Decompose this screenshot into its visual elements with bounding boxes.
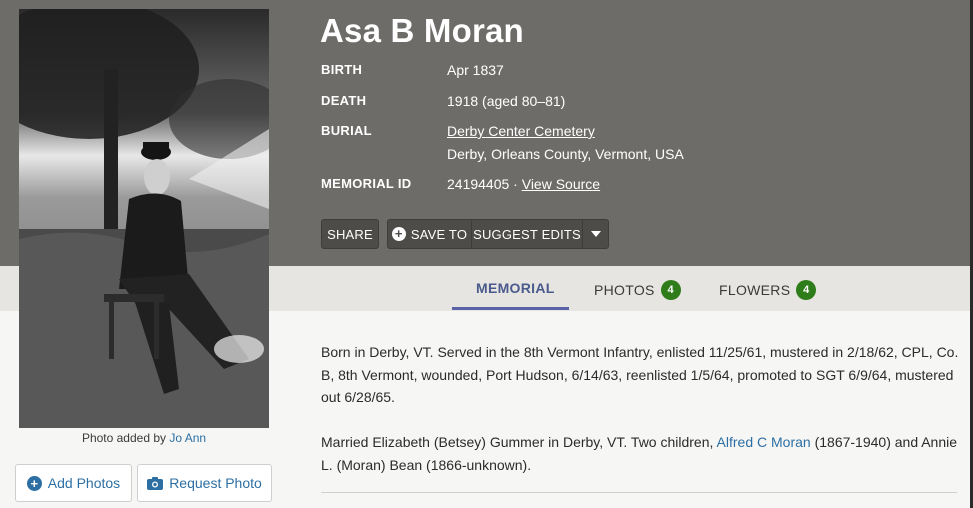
tab-memorial[interactable]: MEMORIAL <box>476 280 555 296</box>
birth-label: BIRTH <box>321 62 363 77</box>
burial-location: Derby, Orleans County, Vermont, USA <box>447 146 684 162</box>
save-to-button[interactable]: + SAVE TO <box>387 219 472 249</box>
camera-icon <box>147 476 164 490</box>
photo-credit-user-link[interactable]: Jo Ann <box>169 431 206 445</box>
burial-cemetery-link[interactable]: Derby Center Cemetery <box>447 123 595 139</box>
photos-count-badge: 4 <box>660 280 681 300</box>
flowers-count-badge: 4 <box>796 280 817 300</box>
view-source-link[interactable]: View Source <box>522 176 600 192</box>
birth-value: Apr 1837 <box>447 62 504 78</box>
plus-circle-icon: + <box>26 475 42 491</box>
caret-down-icon <box>590 231 601 237</box>
request-photo-label: Request Photo <box>169 475 262 491</box>
burial-cemetery-text: Derby Center Cemetery <box>447 123 595 139</box>
memorial-name: Asa B Moran <box>320 12 524 49</box>
tab-photos-label: PHOTOS <box>594 282 655 298</box>
tab-flowers-label: FLOWERS <box>719 282 791 298</box>
add-photos-button[interactable]: + Add Photos <box>15 464 132 502</box>
bio-paragraph-2: Married Elizabeth (Betsey) Gummer in Der… <box>321 431 961 476</box>
alfred-moran-link[interactable]: Alfred C Moran <box>717 434 811 450</box>
share-label: SHARE <box>327 226 373 242</box>
memorial-id-label: MEMORIAL ID <box>321 176 412 191</box>
photo-image <box>19 9 269 428</box>
suggest-edits-button[interactable]: SUGGEST EDITS <box>471 219 583 249</box>
bio-paragraph-2-start: Married Elizabeth (Betsey) Gummer in Der… <box>321 434 714 450</box>
burial-label: BURIAL <box>321 123 372 138</box>
suggest-edits-label: SUGGEST EDITS <box>473 226 581 242</box>
plus-circle-icon: + <box>391 227 406 241</box>
memorial-id-value: 24194405 · <box>447 176 518 192</box>
death-value: 1918 (aged 80–81) <box>447 93 566 109</box>
bio-paragraph-1: Born in Derby, VT. Served in the 8th Ver… <box>321 344 959 405</box>
death-label: DEATH <box>321 93 367 108</box>
share-button[interactable]: SHARE <box>321 219 379 249</box>
active-tab-indicator <box>452 307 569 310</box>
more-actions-button[interactable] <box>582 219 609 249</box>
memorial-photo[interactable] <box>19 9 269 428</box>
request-photo-button[interactable]: Request Photo <box>137 464 272 502</box>
tab-flowers[interactable]: FLOWERS 4 <box>719 280 817 300</box>
photo-credit-prefix: Photo added by <box>81 431 167 445</box>
save-to-label: SAVE TO <box>410 226 468 242</box>
photo-credit: Photo added by Jo Ann <box>19 431 269 445</box>
content-divider <box>321 492 957 493</box>
add-photos-label: Add Photos <box>47 475 121 491</box>
tab-memorial-label: MEMORIAL <box>476 280 555 296</box>
memorial-id: 24194405 · View Source <box>447 176 600 192</box>
tab-photos[interactable]: PHOTOS 4 <box>594 280 681 300</box>
